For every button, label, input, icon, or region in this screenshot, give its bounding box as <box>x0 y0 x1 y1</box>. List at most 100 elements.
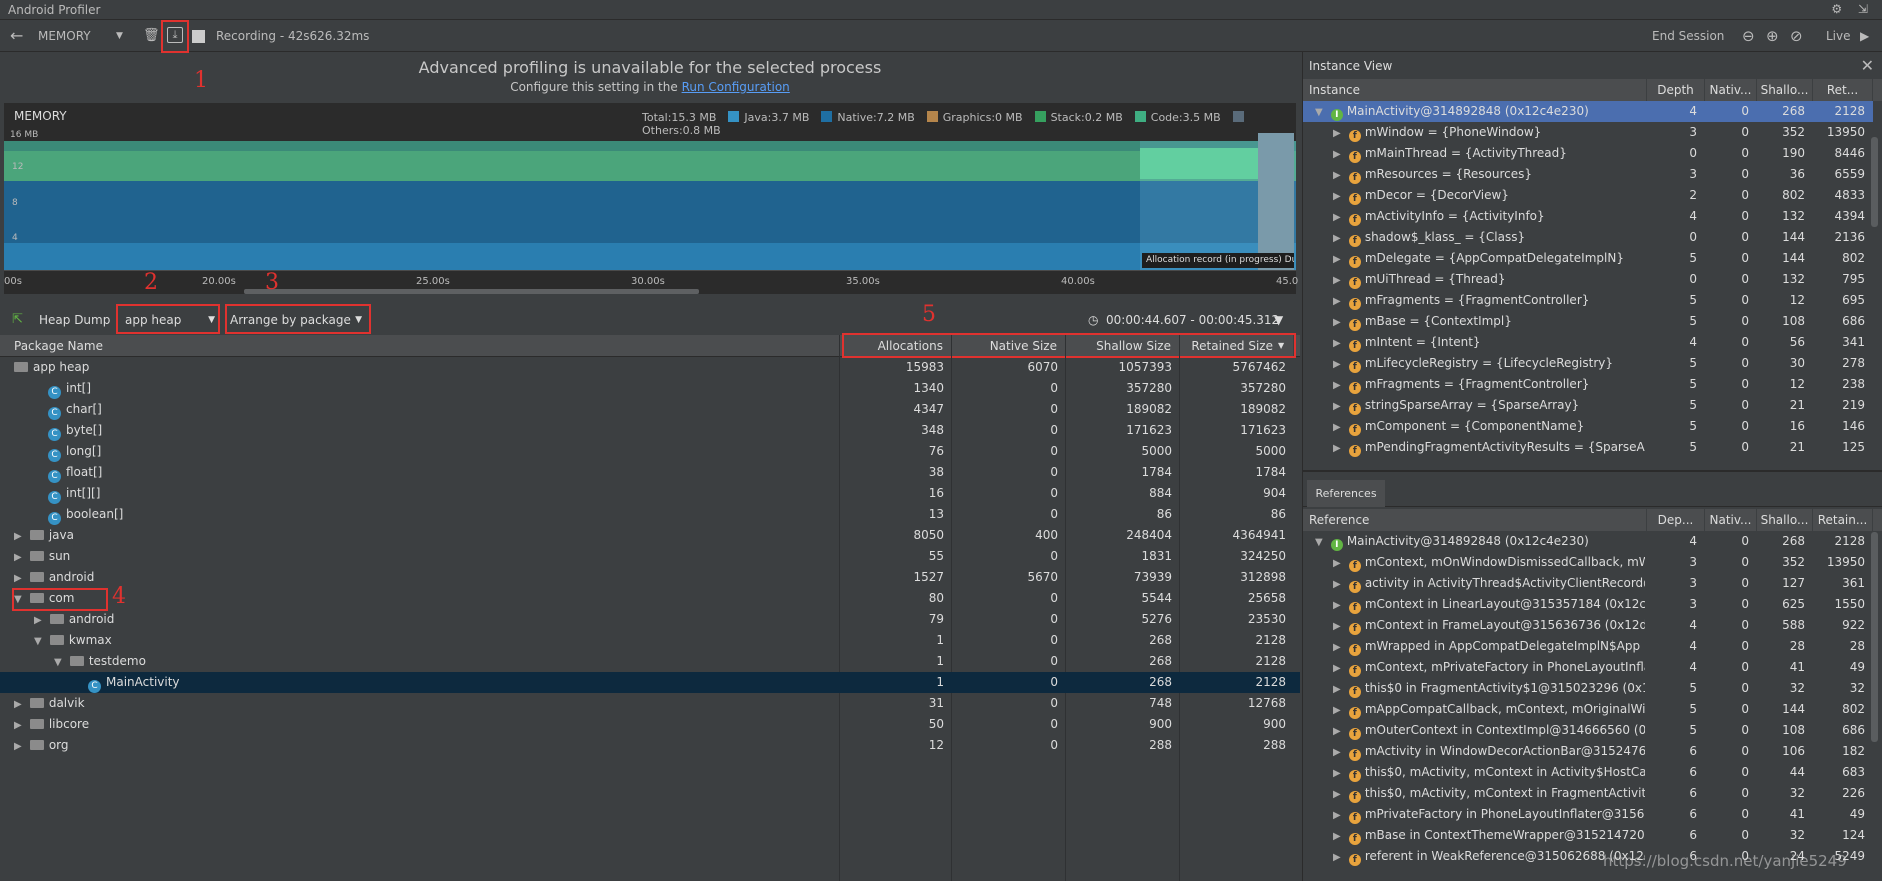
instance-row[interactable]: ▶ f mResources = {Resources} 3 0 36 6559 <box>1303 164 1873 185</box>
instance-row[interactable]: ▶ f mFragments = {FragmentController} 5 0 12… <box>1303 374 1873 395</box>
col-package-name[interactable]: Package Name <box>0 335 840 357</box>
table-row[interactable]: ▶ java 8050 400 248404 4364941 <box>0 525 1300 546</box>
table-row[interactable]: Cint[] 1340 0 357280 357280 <box>0 378 1300 399</box>
table-row[interactable]: Cchar[] 4347 0 189082 189082 <box>0 399 1300 420</box>
expand-arrow-icon[interactable]: ▶ <box>1333 312 1345 333</box>
table-row[interactable]: Cint[][] 16 0 884 904 <box>0 483 1300 504</box>
table-row[interactable]: ▶ android 79 0 5276 23530 <box>0 609 1300 630</box>
col-ref-retained[interactable]: Retain... <box>1813 509 1873 531</box>
collapse-arrow-icon[interactable]: ▼ <box>34 631 46 652</box>
reference-row[interactable]: ▶ f mContext in LinearLayout@315357184 (0… <box>1303 594 1873 615</box>
expand-arrow-icon[interactable]: ▶ <box>1333 784 1345 805</box>
table-row[interactable]: app heap 15983 6070 1057393 5767462 <box>0 357 1300 378</box>
reference-row[interactable]: ▶ f mContext, mPrivateFactory in PhoneLay… <box>1303 657 1873 678</box>
close-icon[interactable]: ✕ <box>1861 56 1874 75</box>
titlebar-controls[interactable]: ⚙ ⇲ <box>1831 2 1874 16</box>
expand-arrow-icon[interactable]: ▶ <box>14 568 26 589</box>
table-row[interactable]: C MainActivity 1 0 268 2128 <box>0 672 1300 693</box>
expand-arrow-icon[interactable]: ▶ <box>1333 679 1345 700</box>
table-row[interactable]: ▼ testdemo 1 0 268 2128 <box>0 651 1300 672</box>
expand-arrow-icon[interactable]: ▶ <box>1333 658 1345 679</box>
table-row[interactable]: ▶ libcore 50 0 900 900 <box>0 714 1300 735</box>
instance-row[interactable]: ▶ f mMainThread = {ActivityThread} 0 0 190 84… <box>1303 143 1873 164</box>
reference-row[interactable]: ▶ f mActivity in WindowDecorActionBar@315… <box>1303 741 1873 762</box>
expand-arrow-icon[interactable]: ▶ <box>1333 700 1345 721</box>
col-reference[interactable]: Reference <box>1303 509 1647 531</box>
expand-arrow-icon[interactable]: ▶ <box>1333 249 1345 270</box>
zoom-out-icon[interactable]: ⊖ <box>1742 20 1755 52</box>
collapse-arrow-icon[interactable]: ▼ <box>1315 532 1327 553</box>
expand-arrow-icon[interactable]: ▶ <box>1333 742 1345 763</box>
table-row[interactable]: ▶ dalvik 31 0 748 12768 <box>0 693 1300 714</box>
instance-row[interactable]: ▶ f mIntent = {Intent} 4 0 56 341 <box>1303 332 1873 353</box>
back-arrow-icon[interactable]: ← <box>10 20 23 52</box>
instance-row[interactable]: ▶ f stringSparseArray = {SparseArray} 5 0 21… <box>1303 395 1873 416</box>
col-ref-native[interactable]: Nativ... <box>1705 509 1757 531</box>
instance-row[interactable]: ▶ f mWindow = {PhoneWindow} 3 0 352 13950 <box>1303 122 1873 143</box>
instance-row[interactable]: ▶ f mBase = {ContextImpl} 5 0 108 686 <box>1303 311 1873 332</box>
table-row[interactable]: ▼ com 80 0 5544 25658 <box>0 588 1300 609</box>
expand-arrow-icon[interactable]: ▶ <box>1333 595 1345 616</box>
reference-row[interactable]: ▶ f mContext in FrameLayout@315636736 (0x… <box>1303 615 1873 636</box>
table-row[interactable]: Cboolean[] 13 0 86 86 <box>0 504 1300 525</box>
expand-arrow-icon[interactable]: ▶ <box>1333 847 1345 868</box>
instance-row[interactable]: ▶ f mFragments = {FragmentController} 5 0 12… <box>1303 290 1873 311</box>
memory-chart[interactable]: MEMORY Total:15.3 MB Java:3.7 MB Native:7.… <box>4 103 1296 270</box>
col-native[interactable]: Nativ... <box>1705 79 1757 101</box>
expand-arrow-icon[interactable]: ▶ <box>1333 805 1345 826</box>
expand-arrow-icon[interactable]: ▶ <box>1333 123 1345 144</box>
reference-row[interactable]: ▶ f mAppCompatCallback, mContext, mOrigin… <box>1303 699 1873 720</box>
references-scrollbar[interactable] <box>1871 532 1878 742</box>
instance-row[interactable]: ▶ f mDelegate = {AppCompatDelegateImplN} 5… <box>1303 248 1873 269</box>
run-configuration-link[interactable]: Run Configuration <box>682 80 790 94</box>
reference-row[interactable]: ▶ f mPrivateFactory in PhoneLayoutInflate… <box>1303 804 1873 825</box>
expand-arrow-icon[interactable]: ▶ <box>1333 228 1345 249</box>
filter-icon[interactable]: ▼ <box>1274 309 1283 331</box>
expand-arrow-icon[interactable]: ▶ <box>14 526 26 547</box>
expand-arrow-icon[interactable]: ▶ <box>1333 144 1345 165</box>
tab-references[interactable]: References <box>1307 480 1385 507</box>
instance-row[interactable]: ▶ f shadow$_klass_ = {Class} 0 0 144 2136 <box>1303 227 1873 248</box>
expand-arrow-icon[interactable]: ▶ <box>1333 270 1345 291</box>
expand-arrow-icon[interactable]: ▶ <box>1333 186 1345 207</box>
expand-arrow-icon[interactable]: ▶ <box>14 736 26 757</box>
zoom-in-icon[interactable]: ⊕ <box>1766 20 1779 52</box>
instance-row[interactable]: ▶ f mUiThread = {Thread} 0 0 132 795 <box>1303 269 1873 290</box>
table-row[interactable]: Cbyte[] 348 0 171623 171623 <box>0 420 1300 441</box>
expand-arrow-icon[interactable]: ▶ <box>1333 438 1345 459</box>
reference-row[interactable]: ▼ I MainActivity@314892848 (0x12c4e230) 4 0… <box>1303 531 1873 552</box>
collapse-arrow-icon[interactable]: ▼ <box>54 652 66 673</box>
export-icon[interactable]: ⇱ <box>12 309 23 331</box>
expand-arrow-icon[interactable]: ▶ <box>1333 396 1345 417</box>
expand-arrow-icon[interactable]: ▶ <box>1333 826 1345 847</box>
trash-icon[interactable]: 🗑 <box>143 20 160 52</box>
profiler-select[interactable]: MEMORY ▼ <box>38 20 128 52</box>
live-play-icon[interactable]: ▶ <box>1860 20 1869 52</box>
instance-row[interactable]: ▶ f mActivityInfo = {ActivityInfo} 4 0 132 43… <box>1303 206 1873 227</box>
table-row[interactable]: ▼ kwmax 1 0 268 2128 <box>0 630 1300 651</box>
expand-arrow-icon[interactable]: ▶ <box>1333 354 1345 375</box>
expand-arrow-icon[interactable]: ▶ <box>1333 291 1345 312</box>
expand-arrow-icon[interactable]: ▶ <box>34 610 46 631</box>
reference-row[interactable]: ▶ f mContext, mOnWindowDismissedCallback,… <box>1303 552 1873 573</box>
expand-arrow-icon[interactable]: ▶ <box>14 715 26 736</box>
col-shallow[interactable]: Shallo... <box>1757 79 1813 101</box>
expand-arrow-icon[interactable]: ▶ <box>1333 616 1345 637</box>
timeline-scrollbar[interactable] <box>244 289 699 294</box>
collapse-arrow-icon[interactable]: ▼ <box>1315 102 1327 123</box>
expand-arrow-icon[interactable]: ▶ <box>1333 207 1345 228</box>
table-row[interactable]: ▶ org 12 0 288 288 <box>0 735 1300 756</box>
expand-arrow-icon[interactable]: ▶ <box>14 547 26 568</box>
table-row[interactable]: Cfloat[] 38 0 1784 1784 <box>0 462 1300 483</box>
expand-arrow-icon[interactable]: ▶ <box>1333 333 1345 354</box>
expand-arrow-icon[interactable]: ▶ <box>1333 417 1345 438</box>
reference-row[interactable]: ▶ f mBase in ContextThemeWrapper@31521472… <box>1303 825 1873 846</box>
reference-row[interactable]: ▶ f activity in ActivityThread$ActivityCl… <box>1303 573 1873 594</box>
reference-row[interactable]: ▶ f this$0, mActivity, mContext in Activi… <box>1303 762 1873 783</box>
heap-dump-marker[interactable] <box>1258 133 1294 270</box>
instance-row[interactable]: ▶ f mPendingFragmentActivityResults = {Sp… <box>1303 437 1873 458</box>
expand-arrow-icon[interactable]: ▶ <box>1333 574 1345 595</box>
expand-arrow-icon[interactable]: ▶ <box>14 694 26 715</box>
expand-arrow-icon[interactable]: ▶ <box>1333 637 1345 658</box>
table-row[interactable]: ▶ android 1527 5670 73939 312898 <box>0 567 1300 588</box>
